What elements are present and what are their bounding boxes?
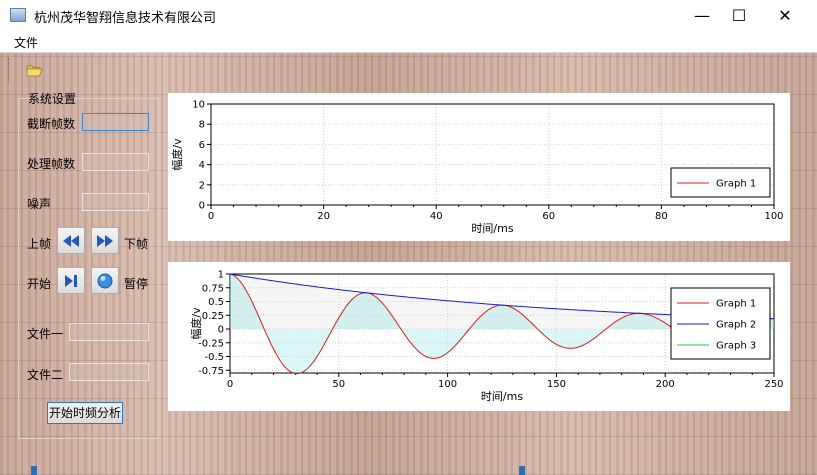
x-tick-label: 60 (542, 211, 555, 222)
x-tick-label: 150 (547, 379, 566, 390)
app-icon (10, 8, 26, 22)
legend-label: Graph 1 (716, 299, 756, 310)
prev-frame-button[interactable] (57, 227, 85, 254)
pause-label: 暂停 (124, 277, 149, 291)
truncate-frames-input[interactable] (82, 113, 149, 131)
file1-input[interactable] (69, 323, 149, 341)
x-tick-label: 100 (438, 379, 457, 390)
chart-bottom: 0 50 100 150 200 250 -0.75 -0.5 -0.25 0 0.25 0.5 0.7… (168, 262, 790, 411)
x-tick-label: 0 (227, 379, 233, 390)
menu-bar: 文件 (0, 31, 817, 53)
play-icon (65, 274, 77, 287)
y-tick-label: 10 (192, 100, 205, 111)
title-bar: 杭州茂华智翔信息技术有限公司 — ☐ ✕ (0, 0, 817, 31)
y-tick-label: 2 (199, 180, 205, 191)
chart-bottom-svg: 0 50 100 150 200 250-0.75-0.5-0.2500.250.50.7… (189, 270, 784, 404)
y-axis-label: 幅度/v (170, 138, 184, 171)
process-frames-label: 处理帧数 (27, 157, 76, 171)
y-tick-label: 0 (218, 325, 224, 336)
x-axis-label: 时间/ms (481, 390, 523, 403)
rewind-icon (63, 234, 79, 247)
x-tick-label: 100 (764, 211, 783, 222)
legend-label: Graph 1 (716, 179, 756, 190)
start-button[interactable] (57, 267, 85, 294)
settings-group-title: 系统设置 (28, 92, 77, 106)
fast-forward-icon (97, 234, 113, 247)
close-button[interactable]: ✕ (762, 0, 808, 31)
file2-input[interactable] (69, 363, 149, 381)
pause-button[interactable] (91, 267, 119, 294)
y-tick-label: -0.75 (198, 366, 224, 377)
x-tick-label: 50 (332, 379, 345, 390)
menu-file[interactable]: 文件 (14, 34, 38, 51)
file2-label: 文件二 (27, 368, 64, 382)
window-title: 杭州茂华智翔信息技术有限公司 (34, 11, 217, 26)
prev-frame-label: 上帧 (27, 237, 52, 251)
status-marker-left (31, 466, 37, 475)
y-tick-label: -0.5 (204, 352, 224, 363)
start-label: 开始 (27, 277, 52, 291)
y-tick-label: 0.75 (202, 283, 224, 294)
status-marker-right (519, 466, 525, 475)
y-tick-label: 0.5 (208, 297, 224, 308)
y-tick-label: 0 (199, 201, 205, 212)
x-tick-label: 0 (208, 211, 214, 222)
x-tick-label: 200 (656, 379, 675, 390)
folder-open-icon[interactable] (26, 64, 43, 77)
y-tick-label: 0.25 (202, 311, 224, 322)
x-tick-label: 40 (430, 211, 443, 222)
y-tick-label: 1 (218, 270, 224, 281)
analyze-button[interactable]: 开始时频分析 (47, 402, 123, 424)
x-tick-label: 250 (764, 379, 783, 390)
x-tick-label: 80 (655, 211, 668, 222)
maximize-button[interactable]: ☐ (716, 0, 762, 31)
record-icon (97, 273, 113, 288)
noise-input[interactable] (82, 193, 149, 211)
process-frames-input[interactable] (82, 153, 149, 171)
next-frame-label: 下帧 (124, 237, 149, 251)
noise-label: 噪声 (27, 197, 52, 211)
y-tick-label: 6 (199, 140, 205, 151)
chart-top-svg: 0 20 40 60 80 100 0 2 4 6 8 10 时间/ms 幅度/v Graph 1 (170, 100, 784, 236)
settings-group (18, 98, 159, 439)
truncate-frames-label: 截断帧数 (27, 117, 76, 131)
legend-label: Graph 2 (716, 320, 756, 331)
x-tick-label: 20 (317, 211, 330, 222)
chart-top: 0 20 40 60 80 100 0 2 4 6 8 10 时间/ms 幅度/v Graph 1 (168, 93, 790, 241)
y-axis-label: 幅度/v (189, 307, 203, 340)
legend-label: Graph 3 (716, 341, 756, 352)
y-tick-label: 4 (199, 160, 205, 171)
file1-label: 文件一 (27, 327, 64, 341)
next-frame-button[interactable] (91, 227, 119, 254)
x-axis-label: 时间/ms (471, 222, 513, 235)
y-tick-label: 8 (199, 120, 205, 131)
toolbar-grip[interactable] (8, 58, 12, 82)
